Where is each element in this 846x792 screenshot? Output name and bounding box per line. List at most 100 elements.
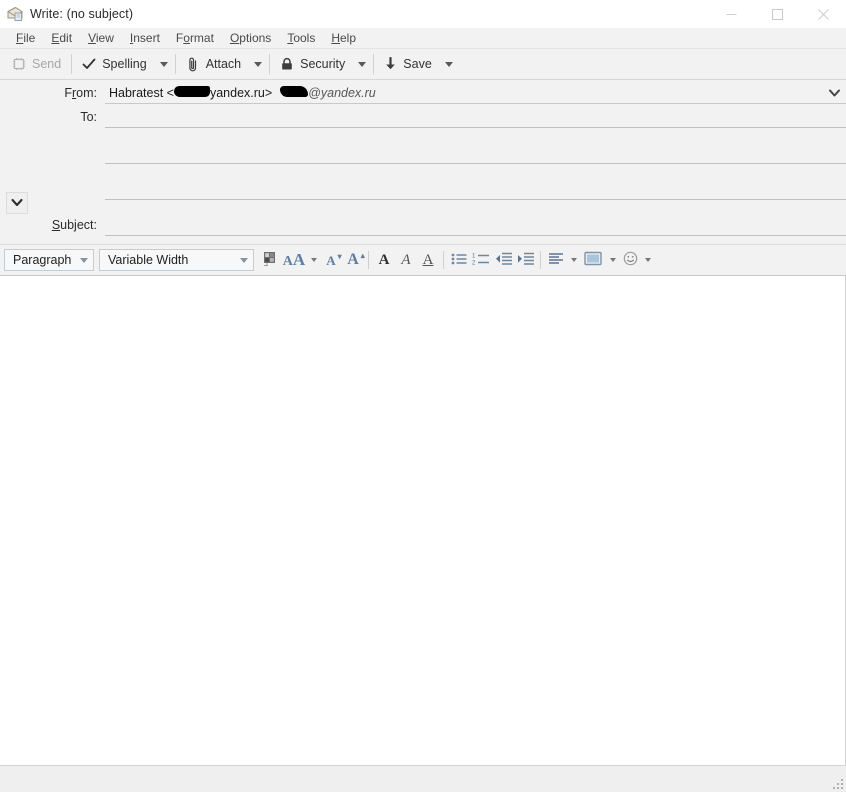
image-icon — [584, 251, 602, 269]
font-color-button[interactable]: AA — [281, 248, 307, 272]
bold-button[interactable]: A — [373, 248, 395, 272]
spelling-dropdown-button[interactable] — [155, 51, 173, 77]
increase-font-size-button[interactable]: A ▴ — [342, 248, 365, 272]
resize-grip-icon[interactable] — [831, 777, 843, 789]
smiley-icon — [623, 251, 638, 269]
menu-edit[interactable]: Edit — [43, 28, 80, 48]
header-spacer — [0, 130, 846, 142]
header-bottom-spacer — [0, 238, 846, 244]
menu-help-label: elp — [340, 31, 357, 45]
toolbar-separator — [174, 54, 176, 74]
subject-label: Subject: — [51, 218, 97, 232]
chevron-down-icon — [644, 258, 651, 262]
svg-text:2: 2 — [472, 260, 476, 266]
security-dropdown-button[interactable] — [353, 51, 371, 77]
underline-icon: A — [422, 251, 434, 268]
svg-text:1: 1 — [472, 253, 476, 259]
chevron-down-icon — [11, 196, 23, 210]
toolbar-separator — [71, 54, 73, 74]
numbered-list-button[interactable]: 1 2 — [470, 248, 492, 272]
menu-file-label: ile — [23, 31, 36, 45]
recipient-input-2[interactable] — [105, 142, 846, 164]
indent-button[interactable] — [514, 248, 536, 272]
from-label: From: — [64, 86, 97, 100]
from-value-suffix: @yandex.ru — [308, 85, 376, 100]
align-left-icon — [548, 252, 564, 269]
spelling-label: Spelling — [102, 57, 147, 71]
insert-image-dropdown-button[interactable] — [606, 248, 619, 272]
menu-options[interactable]: Options — [222, 28, 279, 48]
recipient-input-3[interactable] — [105, 178, 846, 200]
chevron-down-icon — [609, 258, 616, 262]
menu-view[interactable]: View — [80, 28, 122, 48]
menu-tools-label: ools — [293, 31, 316, 45]
chevron-down-icon — [310, 258, 317, 262]
maximize-icon[interactable] — [754, 0, 800, 28]
send-icon — [12, 57, 26, 71]
send-label: Send — [32, 57, 62, 71]
menu-tools[interactable]: Tools — [279, 28, 323, 48]
menu-format[interactable]: Format — [168, 28, 222, 48]
expand-recipients-button[interactable] — [6, 192, 28, 214]
save-dropdown-button[interactable] — [440, 51, 458, 77]
recipient-row-extra — [0, 178, 846, 202]
from-field[interactable]: Habratest < yandex.ru> @yandex.ru — [105, 82, 846, 104]
chevron-down-icon — [570, 258, 577, 262]
chevron-down-icon — [444, 61, 453, 67]
redaction-mark — [280, 86, 309, 97]
menu-help[interactable]: Help — [323, 28, 364, 48]
minimize-icon[interactable] — [708, 0, 754, 28]
attach-label: Attach — [205, 57, 242, 71]
insert-smiley-dropdown-button[interactable] — [641, 248, 654, 272]
decrease-font-size-button[interactable]: A ▾ — [320, 248, 342, 272]
align-dropdown-button[interactable] — [567, 248, 580, 272]
subject-input[interactable] — [105, 214, 846, 236]
format-toolbar: Paragraph Variable Width AA A ▾ A ▴ A A … — [0, 244, 846, 276]
menu-view-label: iew — [95, 31, 114, 45]
smaller-a-icon: A ▾ — [326, 251, 342, 268]
menu-options-label: ptions — [239, 31, 272, 45]
larger-a-icon: A ▴ — [347, 251, 365, 268]
bullet-list-button[interactable] — [448, 248, 470, 272]
chevron-down-icon — [358, 61, 367, 67]
security-label: Security — [300, 57, 346, 71]
to-input[interactable] — [105, 106, 846, 128]
menu-insert[interactable]: Insert — [122, 28, 168, 48]
align-button[interactable] — [545, 248, 567, 272]
color-swatch-icon — [262, 251, 278, 270]
menu-insert-label: nsert — [133, 31, 160, 45]
menu-file[interactable]: File — [8, 28, 43, 48]
compose-body-editor[interactable] — [0, 276, 846, 765]
underline-button[interactable]: A — [417, 248, 439, 272]
attach-button[interactable]: Attach — [178, 51, 249, 77]
compose-window: Write: (no subject) File Edit View Inser… — [0, 0, 846, 792]
font-color-dropdown-button[interactable] — [307, 248, 320, 272]
window-title: Write: (no subject) — [30, 7, 134, 21]
main-toolbar: Send Spelling Attach Security Save — [0, 49, 846, 80]
statusbar — [0, 765, 846, 792]
chevron-down-icon — [254, 61, 263, 67]
message-headers: From: Habratest < yandex.ru> @yandex.ru T… — [0, 80, 846, 244]
format-separator — [540, 251, 541, 269]
titlebar: Write: (no subject) — [0, 0, 846, 28]
security-button[interactable]: Security — [272, 51, 353, 77]
send-button[interactable]: Send — [4, 51, 69, 77]
redaction-mark — [173, 86, 210, 97]
from-dropdown-button[interactable] — [829, 82, 840, 103]
text-color-swatch-button[interactable] — [259, 248, 281, 272]
spelling-button[interactable]: Spelling — [74, 51, 154, 77]
italic-button[interactable]: A — [395, 248, 417, 272]
attach-dropdown-button[interactable] — [249, 51, 267, 77]
outdent-button[interactable] — [492, 248, 514, 272]
close-icon[interactable] — [800, 0, 846, 28]
from-row: From: Habratest < yandex.ru> @yandex.ru — [0, 82, 846, 106]
insert-smiley-button[interactable] — [619, 248, 641, 272]
header-spacer — [0, 202, 846, 214]
save-button[interactable]: Save — [376, 51, 440, 77]
insert-image-button[interactable] — [580, 248, 606, 272]
to-row: To: — [0, 106, 846, 130]
font-family-select[interactable]: Variable Width — [99, 249, 254, 271]
to-label: To: — [80, 110, 97, 124]
paragraph-style-select[interactable]: Paragraph — [4, 249, 94, 271]
font-family-value: Variable Width — [108, 253, 189, 267]
